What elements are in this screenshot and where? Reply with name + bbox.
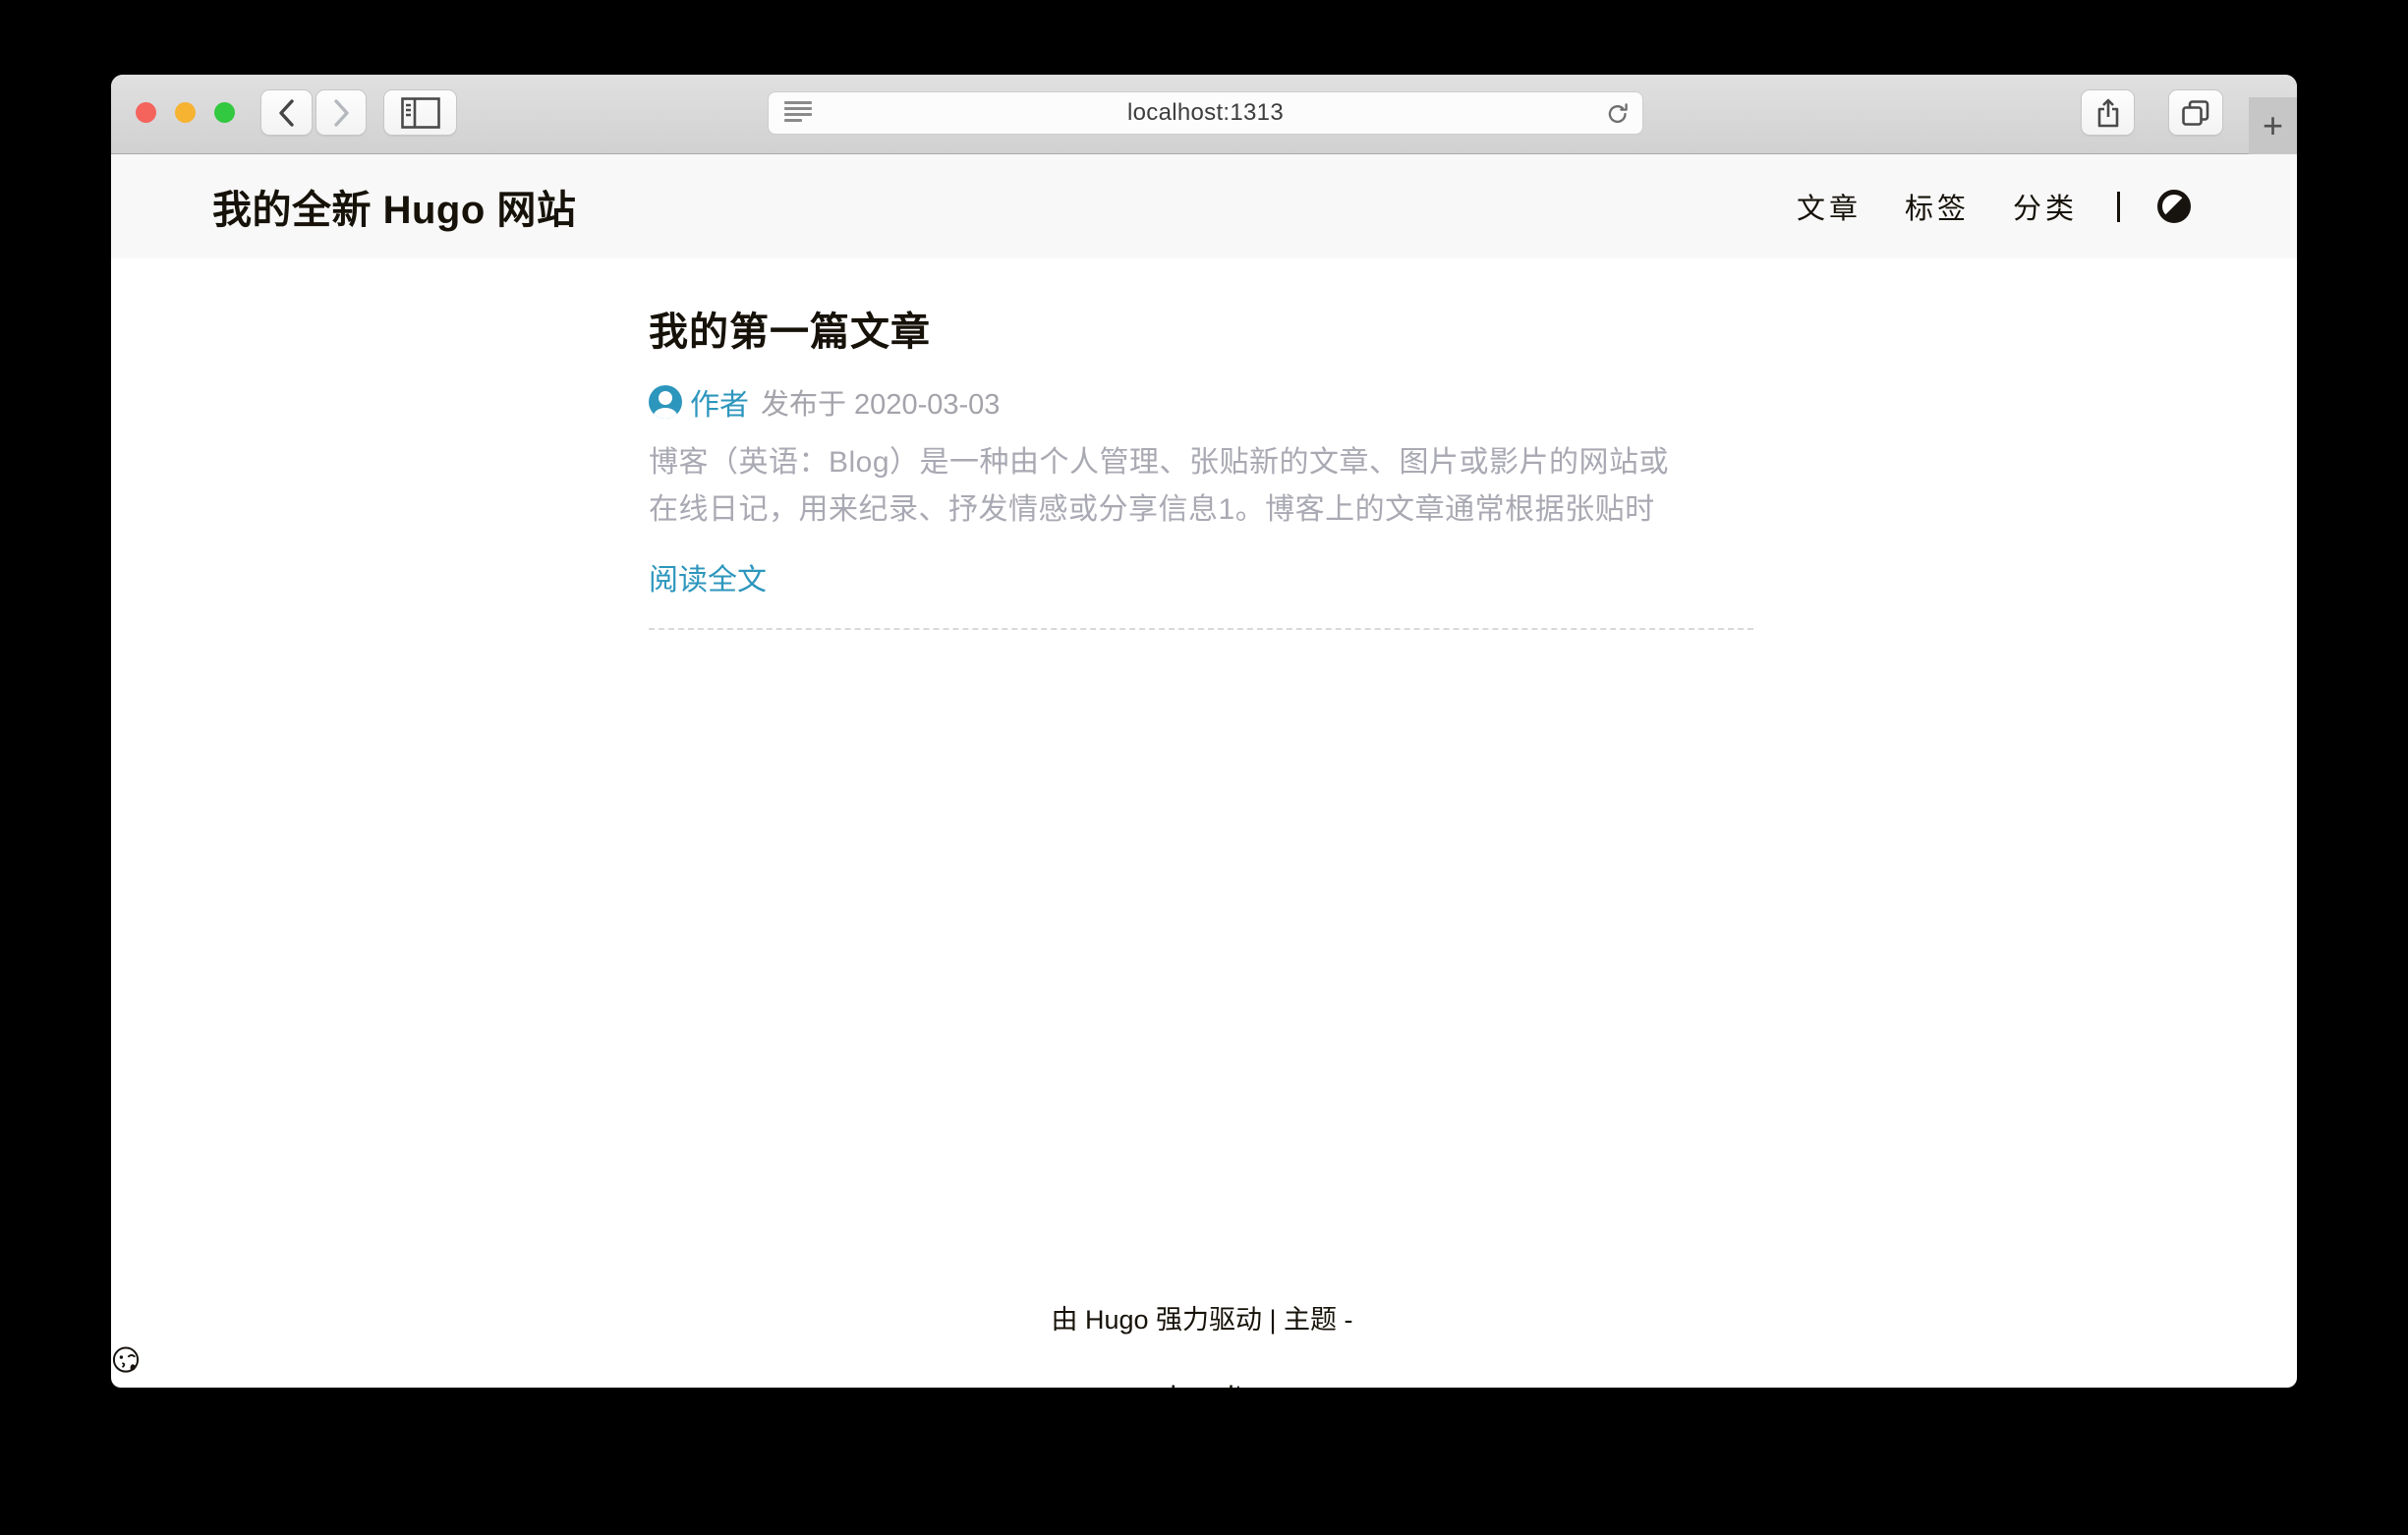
back-button[interactable] (260, 89, 313, 136)
theme-toggle-icon[interactable] (2157, 190, 2191, 223)
share-icon (2095, 97, 2121, 129)
browser-window: localhost:1313 (111, 75, 2297, 1388)
post-meta: 作者 发布于 2020-03-03 (649, 380, 1753, 424)
post-divider (649, 628, 1753, 630)
sidebar-icon (401, 97, 440, 129)
nav-item-posts[interactable]: 文章 (1797, 186, 1862, 227)
read-more-link[interactable]: 阅读全文 (649, 555, 767, 598)
nav-item-tags[interactable]: 标签 (1905, 186, 1970, 227)
refresh-icon[interactable] (1605, 101, 1631, 127)
new-tab-button[interactable]: + (2249, 97, 2297, 154)
reader-mode-icon[interactable] (784, 101, 814, 127)
chevron-left-icon (276, 98, 298, 128)
zoom-window-button[interactable] (214, 102, 235, 123)
minimize-window-button[interactable] (175, 102, 196, 123)
show-tabs-button[interactable] (2168, 89, 2223, 136)
browser-toolbar: localhost:1313 (111, 75, 2297, 154)
nav-item-categories[interactable]: 分类 (2013, 186, 2078, 227)
footer-powered-line: 由 Hugo 强力驱动 | 主题 - LoveIt (111, 1300, 2297, 1388)
site-title[interactable]: 我的全新 Hugo 网站 (212, 178, 576, 235)
forward-button[interactable] (315, 89, 367, 136)
post-summary: 我的第一篇文章 作者 发布于 2020-03-03 博客（英语：Blog）是一种… (649, 258, 1753, 630)
url-text[interactable]: localhost:1313 (1127, 99, 1284, 127)
tabs-overview-icon (2180, 99, 2211, 127)
kissing-face-icon (111, 1345, 2297, 1375)
user-circle-icon (649, 385, 682, 419)
powered-by-text: 由 Hugo 强力驱动 | 主题 - (1051, 1305, 1352, 1335)
publish-date: 发布于 2020-03-03 (761, 381, 1000, 423)
post-title[interactable]: 我的第一篇文章 (649, 310, 1753, 355)
nav-divider (2117, 192, 2120, 222)
author-link[interactable]: 作者 (690, 380, 749, 424)
plus-icon: + (2263, 105, 2283, 146)
site-footer: 由 Hugo 强力驱动 | 主题 - LoveIt ©2020 (111, 1300, 2297, 1388)
close-window-button[interactable] (136, 102, 156, 123)
summary-line: 博客（英语：Blog）是一种由个人管理、张贴新的文章、图片或影片的网站或 (649, 439, 1753, 486)
sidebar-toggle-button[interactable] (383, 89, 457, 136)
site-header: 我的全新 Hugo 网站 文章 标签 分类 (111, 154, 2297, 258)
chevron-right-icon (330, 98, 352, 128)
share-button[interactable] (2081, 89, 2135, 136)
theme-name-link[interactable]: LoveIt (1170, 1380, 1242, 1388)
summary-line: 在线日记，用来纪录、抒发情感或分享信息1。博客上的文章通常根据张贴时 (649, 486, 1753, 534)
address-bar[interactable]: localhost:1313 (768, 91, 1643, 135)
post-summary-text: 博客（英语：Blog）是一种由个人管理、张贴新的文章、图片或影片的网站或 在线日… (649, 439, 1753, 534)
